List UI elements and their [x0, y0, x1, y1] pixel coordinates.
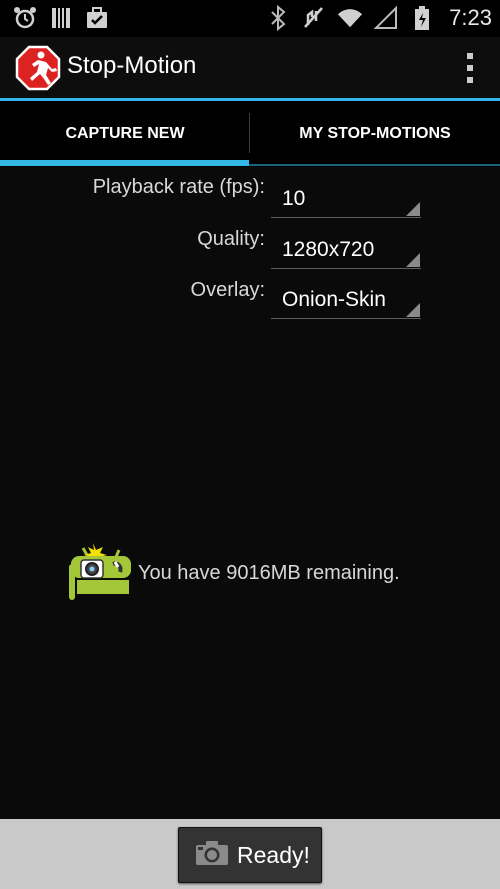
- overlay-label: Overlay:: [190, 279, 265, 301]
- quality-value: 1280x720: [282, 238, 375, 261]
- bluetooth-icon: [265, 4, 291, 32]
- quality-label: Quality:: [197, 228, 265, 250]
- storage-remaining-text: You have 9016MB remaining.: [138, 562, 400, 584]
- action-bar: Stop-Motion: [0, 37, 500, 99]
- status-bar: 7:23: [0, 0, 500, 37]
- playback-rate-value: 10: [282, 187, 306, 210]
- app-title: Stop-Motion: [67, 52, 197, 79]
- camera-icon: [195, 840, 229, 870]
- overflow-menu-icon[interactable]: [462, 51, 478, 85]
- tab-label: CAPTURE NEW: [65, 125, 185, 142]
- android-camera-icon: [67, 540, 135, 606]
- battery-icon: [409, 4, 435, 32]
- mute-icon: [301, 4, 327, 32]
- dropdown-arrow-icon: [406, 202, 420, 216]
- storage-icon: [48, 4, 74, 32]
- status-time: 7:23: [449, 5, 492, 30]
- ready-button-label: Ready!: [237, 841, 310, 868]
- signal-icon: [373, 4, 399, 32]
- tab-capture-new[interactable]: CAPTURE NEW: [0, 101, 250, 167]
- dropdown-arrow-icon: [406, 253, 420, 267]
- tab-label: MY STOP-MOTIONS: [299, 125, 451, 142]
- briefcase-check-icon: [84, 4, 110, 32]
- active-tab-indicator: [0, 160, 249, 166]
- wifi-icon: [337, 4, 363, 32]
- overlay-value: Onion-Skin: [282, 288, 386, 311]
- ready-button[interactable]: Ready!: [178, 827, 322, 883]
- bottom-bar: Ready!: [0, 819, 500, 889]
- tab-divider: [249, 113, 250, 153]
- playback-rate-label: Playback rate (fps):: [92, 176, 265, 198]
- dropdown-arrow-icon: [406, 303, 420, 317]
- quality-spinner[interactable]: 1280x720: [271, 229, 421, 269]
- overlay-spinner[interactable]: Onion-Skin: [271, 279, 421, 319]
- playback-rate-spinner[interactable]: 10: [271, 178, 421, 218]
- alarm-icon: [12, 4, 38, 32]
- running-man-stop-sign-icon[interactable]: [15, 45, 61, 91]
- tab-bar: CAPTURE NEW MY STOP-MOTIONS: [0, 101, 500, 167]
- tab-my-stop-motions[interactable]: MY STOP-MOTIONS: [250, 101, 500, 167]
